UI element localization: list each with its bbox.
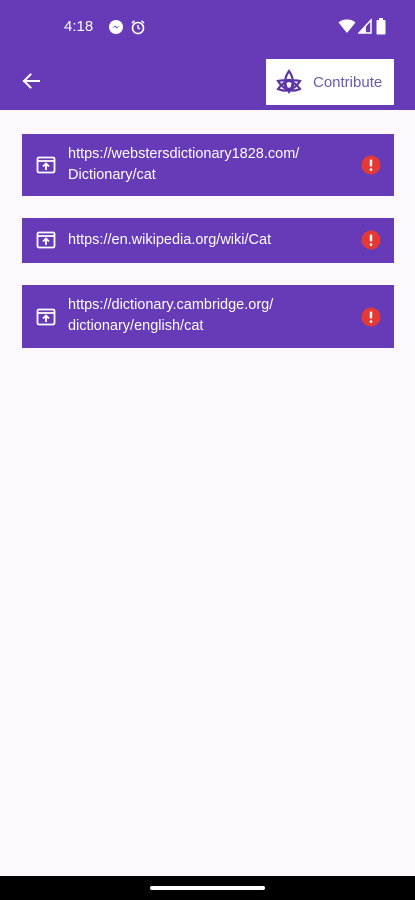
contribute-label: Contribute [313, 73, 383, 91]
status-bar: 4:18 [0, 0, 415, 56]
link-url: https://webstersdictionary1828.com/ Dict… [68, 146, 300, 183]
arrow-left-icon [21, 71, 41, 96]
link-item[interactable]: https://dictionary.cambridge.org/ dictio… [22, 285, 394, 348]
open-in-browser-icon [36, 307, 56, 327]
screen: 4:18 Contribute https://webstersdictiona… [0, 0, 415, 900]
link-url: https://dictionary.cambridge.org/ dictio… [68, 297, 274, 334]
home-gesture-handle[interactable] [150, 886, 265, 890]
triquetra-logo-icon [275, 68, 303, 96]
messenger-icon [108, 19, 124, 40]
status-time: 4:18 [64, 18, 94, 35]
open-in-browser-icon [36, 230, 56, 250]
link-item[interactable]: https://en.wikipedia.org/wiki/Cat [22, 218, 394, 263]
battery-icon [376, 18, 386, 40]
app-bar: Contribute [0, 56, 415, 110]
signal-icon [357, 18, 372, 39]
open-in-browser-icon [36, 155, 56, 175]
error-icon [361, 230, 381, 250]
link-item[interactable]: https://webstersdictionary1828.com/ Dict… [22, 134, 394, 196]
navigation-bar [0, 876, 415, 900]
back-button[interactable] [14, 66, 48, 100]
error-icon [361, 307, 381, 327]
link-url: https://en.wikipedia.org/wiki/Cat [68, 232, 272, 248]
alarm-icon [130, 19, 146, 40]
error-icon [361, 155, 381, 175]
contribute-button[interactable]: Contribute [266, 59, 394, 105]
wifi-icon [338, 18, 356, 39]
